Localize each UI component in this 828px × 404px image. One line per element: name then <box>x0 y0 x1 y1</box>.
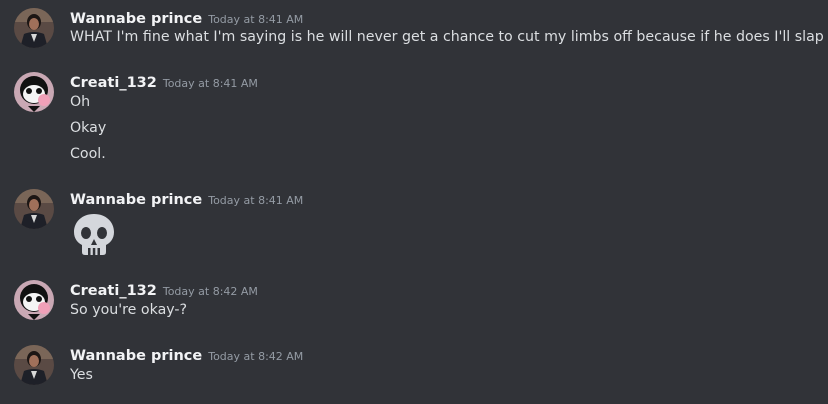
message-header: Wannabe prince Today at 8:42 AM <box>70 345 303 365</box>
message-group: Wannabe prince Today at 8:41 AM <box>0 189 828 261</box>
author-name[interactable]: Wannabe prince <box>70 348 202 364</box>
message-header: Creati_132 Today at 8:42 AM <box>70 280 258 300</box>
dark-suited-person-avatar-icon <box>14 189 54 229</box>
dark-suited-person-avatar-icon <box>14 345 54 385</box>
message-timestamp: Today at 8:41 AM <box>208 194 304 207</box>
avatar-creati-132[interactable] <box>14 280 54 320</box>
message-text: WHAT I'm fine what I'm saying is he will… <box>70 29 828 45</box>
message-group: Creati_132 Today at 8:41 AM Oh Okay Cool. <box>0 72 828 168</box>
avatar-wannabe-prince[interactable] <box>14 189 54 229</box>
message-timestamp: Today at 8:42 AM <box>208 350 304 363</box>
message-header: Wannabe prince Today at 8:41 AM <box>70 8 303 28</box>
avatar-wannabe-prince[interactable] <box>14 8 54 48</box>
dark-suited-person-avatar-icon <box>14 8 54 48</box>
skull-emoji-icon[interactable] <box>70 210 118 258</box>
message-header: Wannabe prince Today at 8:41 AM <box>70 189 303 209</box>
message-timestamp: Today at 8:41 AM <box>162 77 258 90</box>
author-name[interactable]: Creati_132 <box>70 75 157 91</box>
message-group: Creati_132 Today at 8:42 AM So you're oka… <box>0 280 828 320</box>
author-name[interactable]: Wannabe prince <box>70 192 202 208</box>
message-text: So you're okay-? <box>70 302 188 318</box>
message-timestamp: Today at 8:41 AM <box>208 13 304 26</box>
message-timestamp: Today at 8:42 AM <box>162 285 258 298</box>
author-name[interactable]: Wannabe prince <box>70 11 202 27</box>
message-group: Wannabe prince Today at 8:42 AM Yes <box>0 345 828 385</box>
message-text: Oh <box>70 94 91 110</box>
author-name[interactable]: Creati_132 <box>70 283 157 299</box>
avatar-creati-132[interactable] <box>14 72 54 112</box>
message-group: Wannabe prince Today at 8:41 AM WHAT I'm … <box>0 8 828 48</box>
cartoon-bubblegum-avatar-icon <box>14 280 54 320</box>
message-text: Okay <box>70 120 107 136</box>
message-text: Cool. <box>70 146 106 162</box>
cartoon-bubblegum-avatar-icon <box>14 72 54 112</box>
message-header: Creati_132 Today at 8:41 AM <box>70 72 258 92</box>
avatar-wannabe-prince[interactable] <box>14 345 54 385</box>
message-text: Yes <box>70 367 93 383</box>
